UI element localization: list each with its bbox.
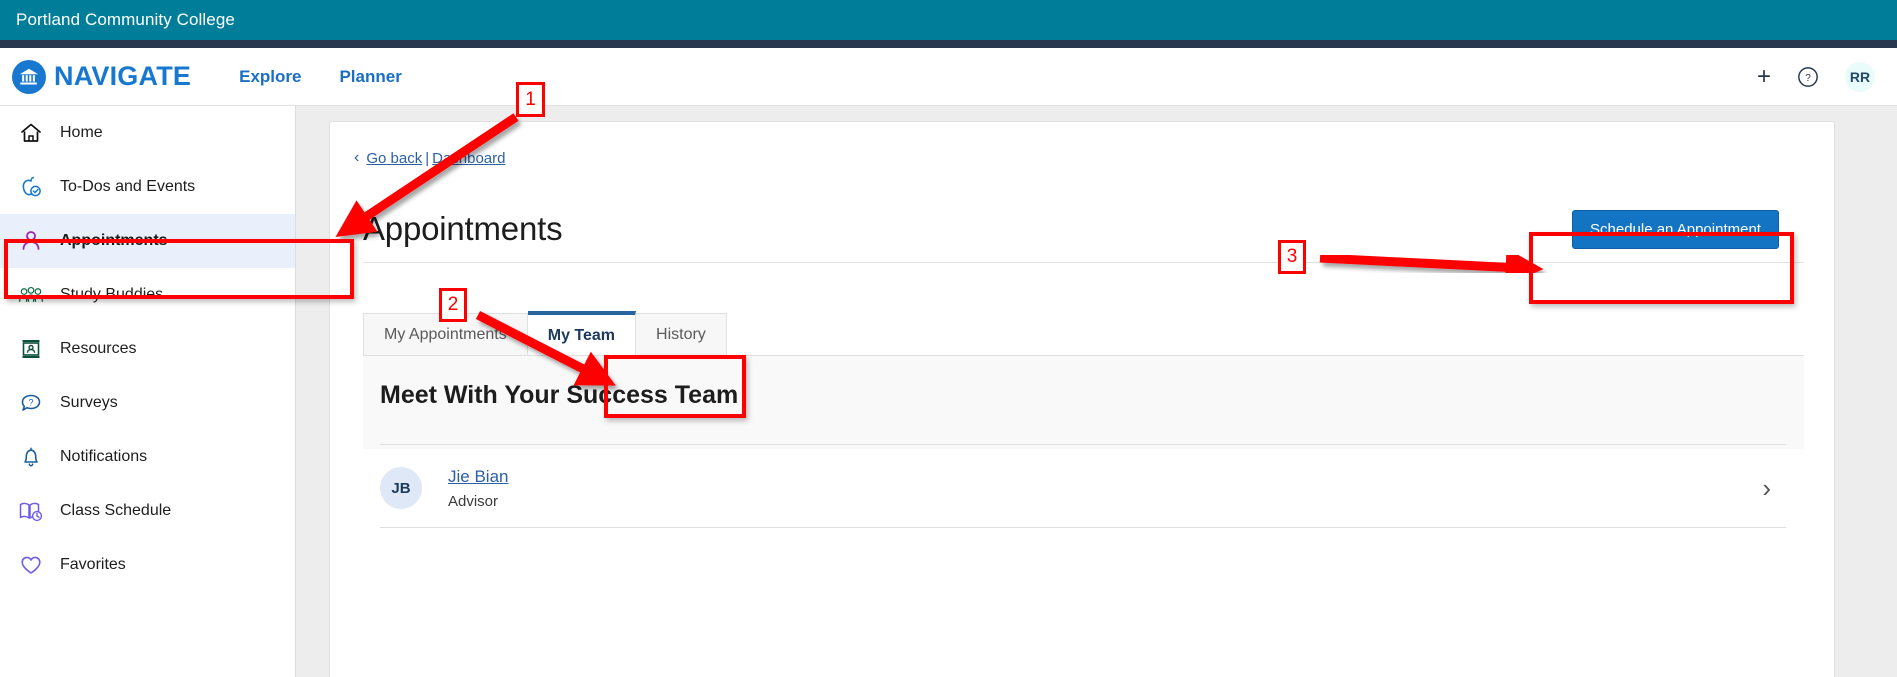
sidebar-item-label: Study Buddies xyxy=(60,286,164,303)
appointments-card: ‹ Go back | Dashboard Appointments Sched… xyxy=(329,121,1835,677)
id-card-icon xyxy=(18,336,44,362)
app-navigation-bar: NAVIGATE Explore Planner + ? RR xyxy=(0,48,1897,106)
bell-icon xyxy=(18,444,44,470)
sidebar-item-surveys[interactable]: ? Surveys xyxy=(0,376,295,430)
sidebar-item-class-schedule[interactable]: Class Schedule xyxy=(0,484,295,538)
navy-divider-strip xyxy=(0,40,1897,48)
team-section-title: Meet With Your Success Team xyxy=(380,381,739,409)
sidebar-item-label: Home xyxy=(60,124,103,141)
success-team-panel: Meet With Your Success Team JB Jie Bian … xyxy=(363,355,1804,569)
dashboard-link[interactable]: Dashboard xyxy=(432,150,505,167)
college-name: Portland Community College xyxy=(16,10,235,29)
sidebar-item-to-dos-and-events[interactable]: To-Dos and Events xyxy=(0,160,295,214)
sidebar-navigation: Home To-Dos and Events Appointments Stud… xyxy=(0,106,296,677)
brand-wordmark: NAVIGATE xyxy=(54,61,192,91)
home-icon xyxy=(18,120,44,146)
title-divider xyxy=(363,262,1804,263)
sidebar-item-home[interactable]: Home xyxy=(0,106,295,160)
main-content-area: ‹ Go back | Dashboard Appointments Sched… xyxy=(296,106,1897,677)
sidebar-item-appointments[interactable]: Appointments xyxy=(0,214,295,268)
member-avatar: JB xyxy=(380,467,422,509)
team-member-row[interactable]: JB Jie Bian Advisor › xyxy=(363,449,1804,527)
appointments-tabs: My Appointments My Team History xyxy=(363,311,727,357)
heart-icon xyxy=(18,552,44,578)
svg-text:?: ? xyxy=(1805,73,1811,84)
book-clock-icon xyxy=(18,498,44,524)
nav-right-actions: + ? RR xyxy=(1757,61,1897,92)
sidebar-item-label: Notifications xyxy=(60,448,148,465)
sidebar-item-label: Class Schedule xyxy=(60,502,172,519)
sidebar-item-resources[interactable]: Resources xyxy=(0,322,295,376)
user-avatar[interactable]: RR xyxy=(1845,61,1875,92)
page-title: Appointments xyxy=(363,210,563,247)
tab-label: History xyxy=(656,326,706,343)
nav-link-explore[interactable]: Explore xyxy=(239,67,301,87)
sidebar-item-label: Appointments xyxy=(60,232,168,249)
sidebar-item-label: Surveys xyxy=(60,394,118,411)
tab-label: My Appointments xyxy=(384,326,507,343)
building-icon xyxy=(12,59,46,94)
college-header-bar: Portland Community College xyxy=(0,0,1897,40)
person-icon xyxy=(18,228,44,254)
sidebar-item-label: To-Dos and Events xyxy=(60,178,196,195)
sidebar-item-study-buddies[interactable]: Study Buddies xyxy=(0,268,295,322)
navigate-logo[interactable]: NAVIGATE xyxy=(0,59,192,94)
go-back-link[interactable]: Go back xyxy=(366,150,422,167)
tab-my-appointments[interactable]: My Appointments xyxy=(363,313,528,357)
tab-history[interactable]: History xyxy=(636,313,727,357)
sidebar-item-label: Resources xyxy=(60,340,137,357)
member-details: Jie Bian Advisor xyxy=(448,467,508,510)
team-title-divider xyxy=(380,444,1786,445)
breadcrumb-separator: | xyxy=(425,149,430,167)
sidebar-item-favorites[interactable]: Favorites xyxy=(0,538,295,592)
schedule-an-appointment-button[interactable]: Schedule an Appointment xyxy=(1572,210,1779,249)
speech-question-icon: ? xyxy=(18,390,44,416)
svg-text:?: ? xyxy=(28,398,33,408)
breadcrumb: ‹ Go back | Dashboard xyxy=(354,149,506,167)
sidebar-item-label: Favorites xyxy=(60,556,126,573)
nav-link-planner[interactable]: Planner xyxy=(339,67,401,87)
plus-icon[interactable]: + xyxy=(1757,64,1771,89)
sidebar-item-notifications[interactable]: Notifications xyxy=(0,430,295,484)
chevron-left-icon: ‹ xyxy=(354,149,360,166)
tab-my-team[interactable]: My Team xyxy=(527,311,637,357)
primary-nav-links: Explore Planner xyxy=(239,67,402,87)
help-icon[interactable]: ? xyxy=(1797,66,1819,88)
tab-label: My Team xyxy=(547,326,616,344)
apple-check-icon xyxy=(18,174,44,200)
member-divider xyxy=(380,527,1786,528)
chevron-right-icon[interactable]: › xyxy=(1762,475,1771,501)
page-root: Portland Community College NAVIGATE Expl… xyxy=(0,0,1897,677)
people-icon xyxy=(18,282,44,308)
member-name-link[interactable]: Jie Bian xyxy=(448,467,508,487)
member-role: Advisor xyxy=(448,492,499,510)
